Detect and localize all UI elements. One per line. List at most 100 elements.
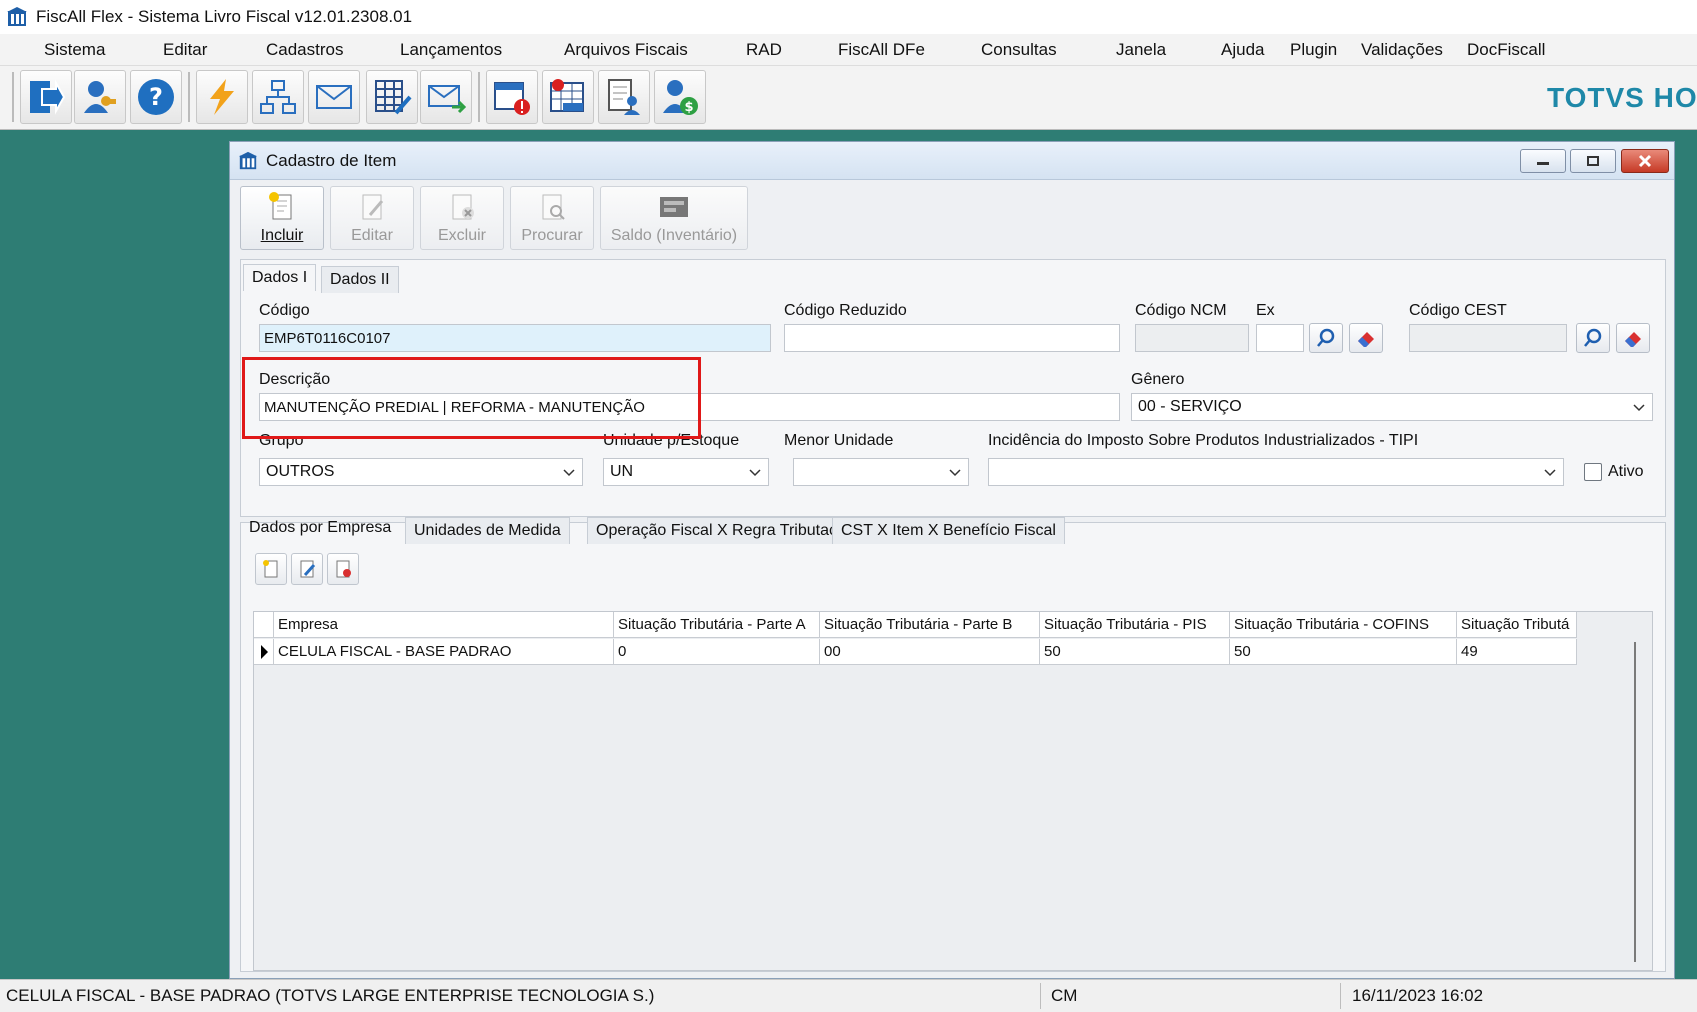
eraser-icon bbox=[1625, 332, 1641, 347]
tipi-label: Incidência do Imposto Sobre Produtos Ind… bbox=[988, 432, 1419, 449]
codigo-ncm-input[interactable] bbox=[1135, 324, 1249, 352]
network-icon bbox=[260, 80, 296, 114]
help-button[interactable]: ? bbox=[130, 70, 182, 124]
status-bar: CELULA FISCAL - BASE PADRAO (TOTVS LARGE… bbox=[0, 979, 1697, 1012]
grid-edit-button[interactable] bbox=[291, 553, 323, 585]
app-logo-icon bbox=[7, 7, 27, 26]
subtab-unidades-de-medida[interactable]: Unidades de Medida bbox=[405, 517, 570, 544]
ativo-checkbox[interactable]: Ativo bbox=[1584, 463, 1644, 481]
mail-forward-button[interactable] bbox=[420, 70, 472, 124]
menu-janela[interactable]: Janela bbox=[1116, 40, 1166, 60]
menu-editar[interactable]: Editar bbox=[163, 40, 207, 60]
delete-document-icon bbox=[452, 194, 474, 220]
column-header-st-parte-b[interactable]: Situação Tributária - Parte B bbox=[820, 612, 1040, 638]
help-icon: ? bbox=[138, 79, 174, 115]
cell-st-pis[interactable]: 50 bbox=[1040, 639, 1230, 665]
column-header-st-parte-a[interactable]: Situação Tributária - Parte A bbox=[614, 612, 820, 638]
subtab-operacao-fiscal[interactable]: Operação Fiscal X Regra Tributação bbox=[587, 517, 864, 544]
minimize-button[interactable] bbox=[1520, 149, 1566, 173]
excluir-button[interactable]: Excluir bbox=[420, 186, 504, 250]
toolbar-separator bbox=[12, 72, 14, 122]
editar-button[interactable]: Editar bbox=[330, 186, 414, 250]
column-header-empresa[interactable]: Empresa bbox=[274, 612, 614, 638]
user-money-button[interactable]: $ bbox=[654, 70, 706, 124]
subtab-dados-por-empresa[interactable]: Dados por Empresa bbox=[241, 515, 399, 541]
table-row[interactable]: CELULA FISCAL - BASE PADRAO 0 00 50 50 4… bbox=[254, 639, 1652, 665]
menu-arquivos-fiscais[interactable]: Arquivos Fiscais bbox=[564, 40, 688, 60]
ncm-search-button[interactable] bbox=[1309, 323, 1343, 353]
ncm-clear-button[interactable] bbox=[1349, 323, 1383, 353]
mail-button[interactable] bbox=[308, 70, 360, 124]
calendar-alert-button[interactable] bbox=[486, 70, 538, 124]
descricao-input[interactable]: MANUTENÇÃO PREDIAL | REFORMA - MANUTENÇÃ… bbox=[259, 393, 1120, 421]
network-button[interactable] bbox=[252, 70, 304, 124]
exit-button[interactable] bbox=[20, 70, 72, 124]
subtab-cst-beneficio[interactable]: CST X Item X Benefício Fiscal bbox=[832, 517, 1065, 544]
grid-add-button[interactable] bbox=[255, 553, 287, 585]
close-icon bbox=[1638, 154, 1652, 168]
unidade-estoque-label: Unidade p/Estoque bbox=[603, 432, 740, 449]
menu-ajuda[interactable]: Ajuda bbox=[1221, 40, 1264, 60]
incluir-label: Incluir bbox=[260, 227, 304, 244]
menu-sistema[interactable]: Sistema bbox=[44, 40, 105, 60]
genero-value: 00 - SERVIÇO bbox=[1138, 398, 1242, 415]
tab-dados-1[interactable]: Dados I bbox=[243, 264, 317, 291]
incluir-button[interactable]: Incluir bbox=[240, 186, 324, 250]
row-pointer-icon bbox=[261, 645, 268, 659]
icms-button[interactable] bbox=[542, 70, 594, 124]
spreadsheet-edit-button[interactable] bbox=[366, 70, 418, 124]
grid-scrollbar[interactable] bbox=[1634, 642, 1636, 962]
ex-input[interactable] bbox=[1256, 324, 1304, 352]
codigo-input[interactable]: EMP6T0116C0107 bbox=[259, 324, 771, 352]
menu-consultas[interactable]: Consultas bbox=[981, 40, 1057, 60]
codigo-reduzido-input[interactable] bbox=[784, 324, 1120, 352]
column-header-st-cofins[interactable]: Situação Tributária - COFINS bbox=[1230, 612, 1457, 638]
app-title-bar: FiscAll Flex - Sistema Livro Fiscal v12.… bbox=[0, 0, 1697, 34]
menor-unidade-select[interactable] bbox=[793, 458, 969, 486]
cell-st-truncated[interactable]: 49 bbox=[1457, 639, 1577, 665]
delete-document-icon bbox=[336, 560, 351, 578]
codigo-ncm-label: Código NCM bbox=[1135, 302, 1227, 319]
cell-st-cofins[interactable]: 50 bbox=[1230, 639, 1457, 665]
icms-icon bbox=[550, 79, 584, 112]
codigo-reduzido-label: Código Reduzido bbox=[784, 302, 907, 319]
user-key-button[interactable] bbox=[74, 70, 126, 124]
unidade-estoque-select[interactable]: UN bbox=[603, 458, 769, 486]
menu-fiscall-dfe[interactable]: FiscAll DFe bbox=[838, 40, 925, 60]
chevron-down-icon bbox=[949, 469, 961, 477]
menu-docfiscall[interactable]: DocFiscall bbox=[1467, 40, 1545, 60]
cest-clear-button[interactable] bbox=[1616, 323, 1650, 353]
svg-text:$: $ bbox=[684, 100, 693, 115]
checkbox-box[interactable] bbox=[1584, 463, 1602, 481]
grupo-select[interactable]: OUTROS bbox=[259, 458, 583, 486]
menu-validacoes[interactable]: Validações bbox=[1361, 40, 1443, 60]
lightning-button[interactable] bbox=[196, 70, 248, 124]
grid-delete-button[interactable] bbox=[327, 553, 359, 585]
menu-rad[interactable]: RAD bbox=[746, 40, 782, 60]
genero-select[interactable]: 00 - SERVIÇO bbox=[1131, 393, 1653, 421]
document-user-button[interactable] bbox=[598, 70, 650, 124]
unidade-estoque-value: UN bbox=[610, 463, 634, 480]
tab-dados-2[interactable]: Dados II bbox=[321, 266, 399, 293]
procurar-label: Procurar bbox=[521, 227, 583, 244]
menu-plugin[interactable]: Plugin bbox=[1290, 40, 1337, 60]
tipi-select[interactable] bbox=[988, 458, 1564, 486]
codigo-cest-input[interactable] bbox=[1409, 324, 1567, 352]
codigo-label: Código bbox=[259, 302, 310, 319]
saldo-inventario-button[interactable]: Saldo (Inventário) bbox=[600, 186, 748, 250]
column-header-st-pis[interactable]: Situação Tributária - PIS bbox=[1040, 612, 1230, 638]
close-button[interactable] bbox=[1621, 149, 1669, 173]
row-indicator bbox=[254, 639, 274, 665]
maximize-button[interactable] bbox=[1570, 149, 1616, 173]
menu-cadastros[interactable]: Cadastros bbox=[266, 40, 343, 60]
cell-st-parte-b[interactable]: 00 bbox=[820, 639, 1040, 665]
cell-st-parte-a[interactable]: 0 bbox=[614, 639, 820, 665]
procurar-button[interactable]: Procurar bbox=[510, 186, 594, 250]
excluir-label: Excluir bbox=[437, 227, 486, 244]
menu-lancamentos[interactable]: Lançamentos bbox=[400, 40, 502, 60]
minimize-icon bbox=[1537, 162, 1549, 165]
cest-search-button[interactable] bbox=[1576, 323, 1610, 353]
svg-text:?: ? bbox=[149, 83, 163, 111]
column-header-st-truncated[interactable]: Situação Tributá bbox=[1457, 612, 1577, 638]
cell-empresa[interactable]: CELULA FISCAL - BASE PADRAO bbox=[274, 639, 614, 665]
